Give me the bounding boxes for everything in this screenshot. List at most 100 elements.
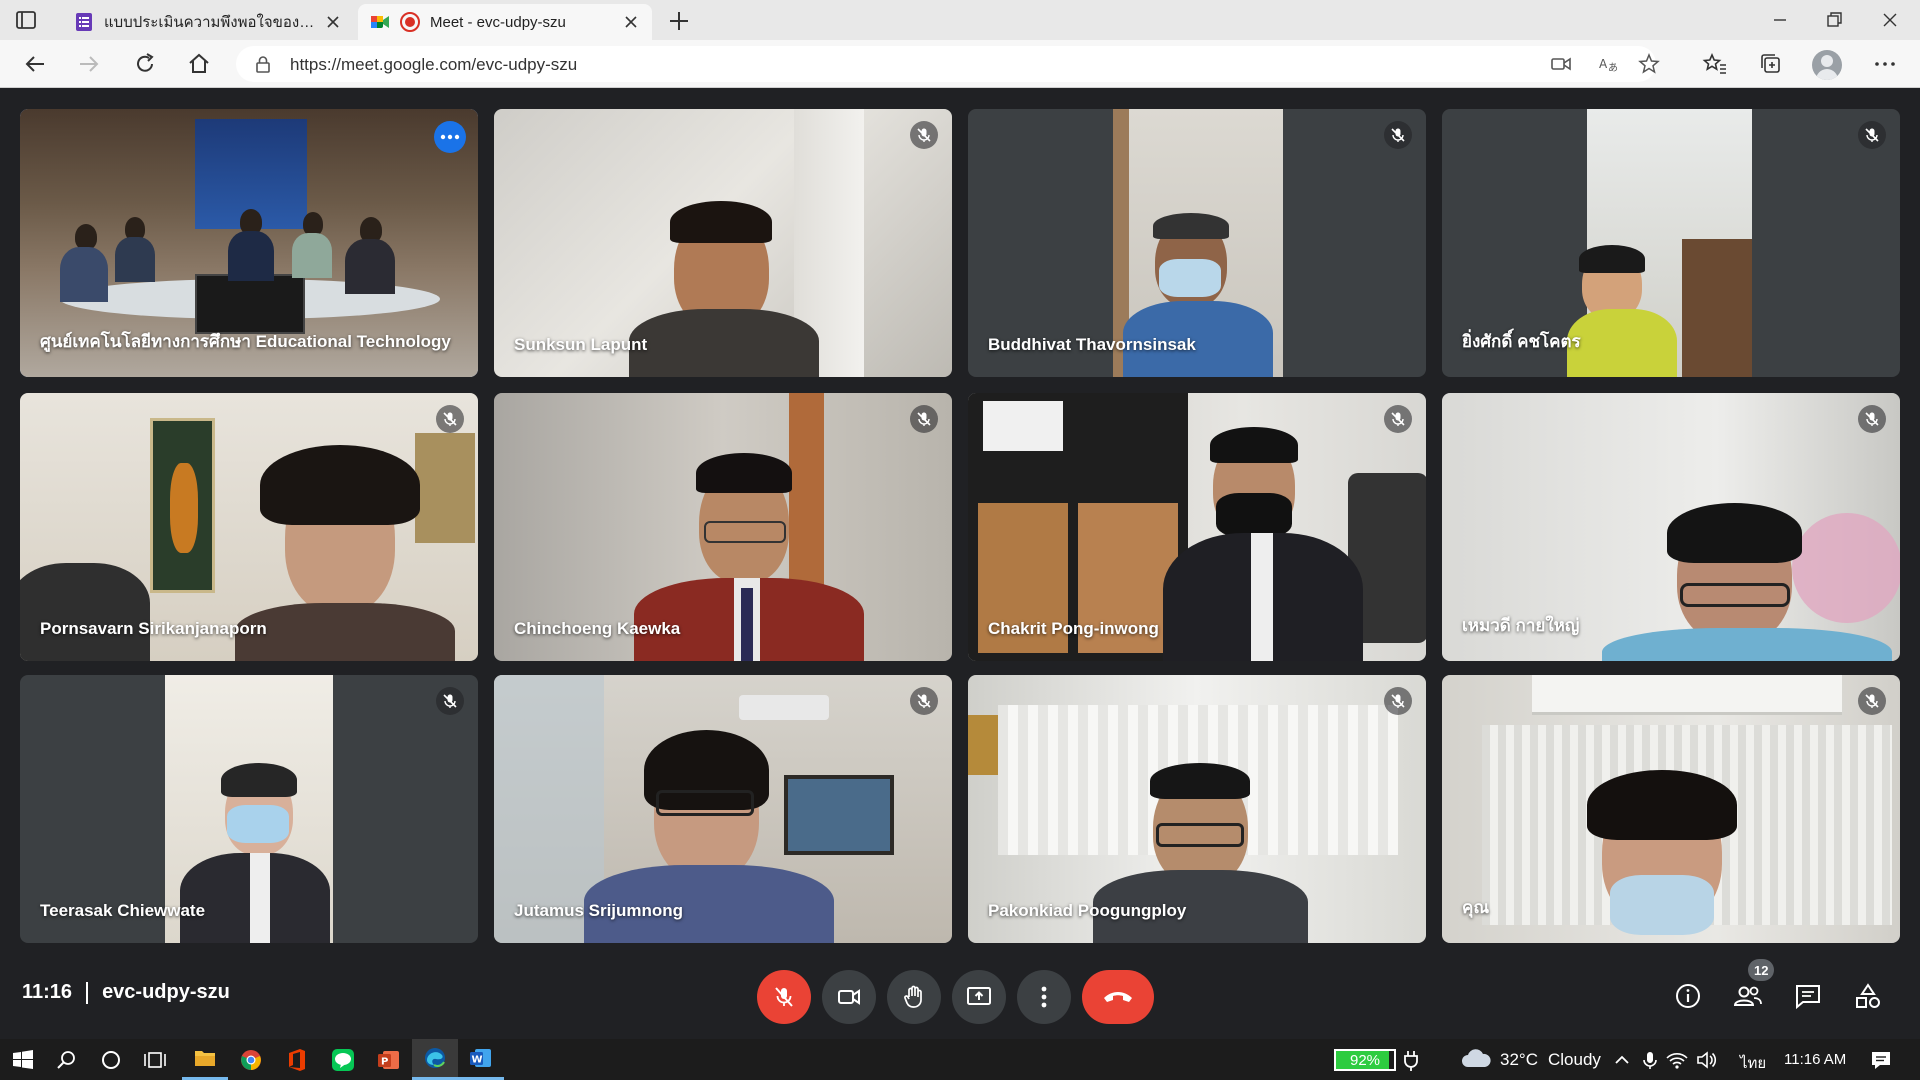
more-options-button[interactable] (1017, 970, 1071, 1024)
office-app[interactable] (274, 1039, 320, 1080)
cloud-icon[interactable] (1460, 1045, 1492, 1073)
close-window-icon[interactable] (1870, 6, 1910, 34)
participant-tile[interactable]: Chakrit Pong-inwong (968, 393, 1426, 661)
meeting-code: evc-udpy-szu (102, 981, 230, 1003)
new-tab-icon[interactable] (666, 8, 692, 34)
participant-tile[interactable]: Teerasak Chiewwate (20, 675, 478, 943)
minimize-icon[interactable] (1760, 6, 1800, 34)
tab-survey[interactable]: แบบประเมินความพึงพอใจของผู้ใช้งานแ (62, 4, 354, 40)
leave-call-button[interactable] (1082, 970, 1154, 1024)
participant-tile[interactable]: Pakonkiad Poogungploy (968, 675, 1426, 943)
raise-hand-button[interactable] (887, 970, 941, 1024)
profile-avatar[interactable] (1812, 50, 1842, 80)
collections-icon[interactable] (1758, 51, 1784, 77)
weather-temperature[interactable]: 32°C (1500, 1050, 1538, 1070)
participant-name: Teerasak Chiewwate (40, 901, 206, 920)
participant-tile[interactable]: เหมวดี กายใหญ่ (1442, 393, 1900, 661)
input-language[interactable]: ไทย (1740, 1051, 1766, 1075)
video-feed (1567, 109, 1752, 377)
participant-name: Jutamus Srijumnong (514, 901, 684, 920)
chat-icon (1796, 985, 1820, 1010)
more-vert-icon (1041, 986, 1047, 1008)
plug-icon (1404, 1051, 1418, 1071)
chevron-up-icon[interactable] (1612, 1047, 1632, 1073)
refresh-icon[interactable] (132, 51, 158, 77)
participant-name: เหมวดี กายใหญ่ (1462, 616, 1580, 635)
line-icon (332, 1048, 354, 1071)
word-app[interactable]: W (458, 1039, 504, 1080)
back-icon[interactable] (22, 51, 48, 77)
tab-title: แบบประเมินความพึงพอใจของผู้ใช้งานแ (104, 14, 316, 31)
more-options-button[interactable] (434, 121, 466, 153)
chrome-app[interactable] (228, 1039, 274, 1080)
system-clock[interactable]: 11:16 AM (1784, 1051, 1846, 1068)
mic-off-icon (1858, 121, 1886, 149)
home-icon[interactable] (186, 51, 212, 77)
participant-tile[interactable]: Buddhivat Thavornsinsak (968, 109, 1426, 377)
line-app[interactable] (320, 1039, 366, 1080)
forward-icon[interactable] (76, 51, 102, 77)
more-horiz-icon (440, 134, 460, 140)
battery-indicator[interactable]: 92% (1334, 1049, 1396, 1071)
meeting-details-button[interactable] (1671, 979, 1705, 1013)
participant-name: ศูนย์เทคโนโลยีทางการศึกษา Educational Te… (40, 332, 451, 351)
more-options-icon[interactable] (1872, 51, 1898, 77)
tab-meet[interactable]: Meet - evc-udpy-szu (358, 4, 652, 40)
activities-icon (1856, 983, 1880, 1008)
forms-icon (76, 13, 92, 31)
people-button[interactable] (1731, 979, 1765, 1013)
close-icon[interactable] (324, 13, 342, 31)
notifications-icon[interactable] (1868, 1047, 1894, 1073)
present-screen-button[interactable] (952, 970, 1006, 1024)
svg-text:A: A (1599, 57, 1608, 71)
activities-button[interactable] (1851, 979, 1885, 1013)
meet-video-grid: ศูนย์เทคโนโลยีทางการศึกษา Educational Te… (0, 89, 1920, 1039)
task-view-icon[interactable] (142, 1047, 168, 1073)
search-icon[interactable] (54, 1047, 80, 1073)
participant-tile[interactable]: ยิ่งศักดิ์ คชโคตร (1442, 109, 1900, 377)
participant-tile[interactable]: Jutamus Srijumnong (494, 675, 952, 943)
camera-icon (838, 989, 860, 1005)
microphone-icon[interactable] (1640, 1047, 1660, 1073)
address-bar[interactable]: https://meet.google.com/evc-udpy-szu Aあ (236, 46, 1660, 82)
participant-tile[interactable]: ศูนย์เทคโนโลยีทางการศึกษา Educational Te… (20, 109, 478, 377)
lock-icon[interactable] (254, 55, 272, 73)
volume-icon[interactable] (1694, 1047, 1720, 1073)
favorites-icon[interactable] (1702, 51, 1728, 77)
translate-icon[interactable]: Aあ (1598, 53, 1620, 75)
toggle-camera-button[interactable] (822, 970, 876, 1024)
mic-off-icon (1384, 687, 1412, 715)
people-icon (1733, 986, 1762, 1006)
participant-tile[interactable]: Sunksun Lapunt (494, 109, 952, 377)
participant-count-badge: 12 (1748, 959, 1775, 981)
windows-start-icon[interactable] (10, 1047, 36, 1073)
folder-icon (195, 1051, 215, 1066)
participant-tile[interactable]: Pornsavarn Sirikanjanaporn (20, 393, 478, 661)
participant-name: ยิ่งศักดิ์ คชโคตร (1462, 332, 1581, 351)
participant-tile[interactable]: คุณ (1442, 675, 1900, 943)
chat-button[interactable] (1791, 979, 1825, 1013)
powerpoint-app[interactable]: P (366, 1039, 412, 1080)
meet-icon (371, 16, 389, 28)
wifi-icon[interactable] (1664, 1047, 1690, 1073)
participant-name: Buddhivat Thavornsinsak (988, 335, 1196, 354)
add-favorite-icon[interactable] (1638, 53, 1660, 75)
tab-actions-icon[interactable] (14, 8, 38, 32)
mic-off-icon (436, 687, 464, 715)
edge-icon (425, 1048, 445, 1068)
participant-name: Pornsavarn Sirikanjanaporn (40, 619, 267, 638)
cortana-icon[interactable] (98, 1047, 124, 1073)
file-explorer-app[interactable] (182, 1039, 228, 1080)
url-text[interactable]: https://meet.google.com/evc-udpy-szu (290, 55, 577, 75)
participant-tile[interactable]: Chinchoeng Kaewka (494, 393, 952, 661)
toggle-mic-button[interactable] (757, 970, 811, 1024)
restore-icon[interactable] (1814, 6, 1854, 34)
camera-permission-icon[interactable] (1550, 53, 1572, 75)
info-icon (1676, 984, 1700, 1008)
powerpoint-icon: P (378, 1050, 399, 1069)
close-icon[interactable] (622, 13, 640, 31)
edge-app[interactable] (412, 1039, 458, 1080)
word-icon: W (470, 1049, 491, 1067)
video-feed (1442, 675, 1900, 943)
weather-condition[interactable]: Cloudy (1548, 1050, 1601, 1070)
